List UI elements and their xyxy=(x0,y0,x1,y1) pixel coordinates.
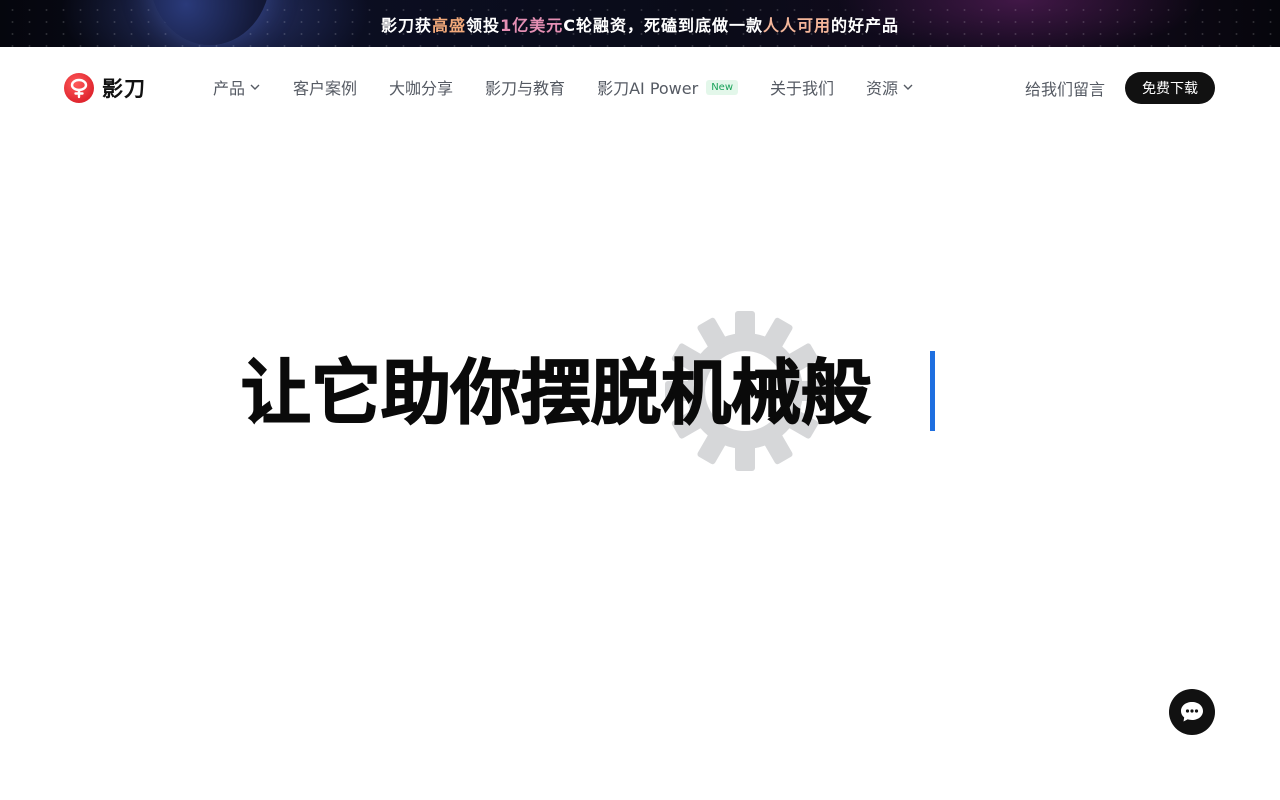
promo-highlight-amount: 1亿美元 xyxy=(500,15,564,35)
nav-label-about-us: 关于我们 xyxy=(770,79,835,98)
nav-item-ai-power[interactable]: 影刀AI Power New xyxy=(597,75,739,99)
promo-text-part1: 影刀获 xyxy=(381,15,433,35)
chat-bubble-icon xyxy=(1181,702,1203,722)
leave-message-link[interactable]: 给我们留言 xyxy=(1025,76,1105,100)
logo-text: 影刀 xyxy=(102,77,146,101)
nav-item-expert-sharing[interactable]: 大咖分享 xyxy=(389,75,453,99)
nav-item-education[interactable]: 影刀与教育 xyxy=(485,75,565,99)
new-badge: New xyxy=(706,79,739,95)
logo[interactable]: 影刀 xyxy=(64,72,146,104)
chat-button[interactable] xyxy=(1169,689,1215,735)
promo-text-part2: 领投 xyxy=(466,15,501,35)
promo-text-part4: 的好产品 xyxy=(830,15,899,35)
nav-item-about-us[interactable]: 关于我们 xyxy=(770,75,834,99)
promo-highlight-goldman: 高盛 xyxy=(432,15,467,35)
nav-item-resources[interactable]: 资源 xyxy=(866,75,914,99)
nav-label-education: 影刀与教育 xyxy=(485,79,566,98)
nav-item-products[interactable]: 产品 xyxy=(213,75,261,99)
promo-text: 影刀获 高盛 领投 1亿美元 C轮融资，死磕到底做一款 人人可用 的好产品 xyxy=(0,0,1280,47)
promo-banner[interactable]: 影刀获 高盛 领投 1亿美元 C轮融资，死磕到底做一款 人人可用 的好产品 xyxy=(0,0,1280,47)
chevron-down-icon xyxy=(903,84,913,90)
nav-label-customer-cases: 客户案例 xyxy=(293,79,358,98)
nav-item-customer-cases[interactable]: 客户案例 xyxy=(293,75,357,99)
navbar: 影刀 产品 客户案例 大咖分享 影刀与教育 影刀AI Power New 关于我… xyxy=(0,47,1280,129)
yingdao-logo-icon xyxy=(64,73,94,103)
nav-label-products: 产品 xyxy=(213,79,246,98)
promo-highlight-everyone: 人人可用 xyxy=(762,15,831,35)
nav-label-resources: 资源 xyxy=(866,79,899,98)
promo-text-part3: C轮融资，死磕到底做一款 xyxy=(563,15,763,35)
hero-section: 让它助你摆脱机械般 xyxy=(0,129,1280,800)
nav-label-ai-power: 影刀AI Power xyxy=(597,79,699,98)
hero-title: 让它助你摆脱机械般 xyxy=(240,352,872,434)
typing-caret xyxy=(930,351,935,431)
nav-actions: 给我们留言 免费下载 xyxy=(1025,72,1215,104)
main-nav: 产品 客户案例 大咖分享 影刀与教育 影刀AI Power New 关于我们 资… xyxy=(213,75,914,99)
free-download-button[interactable]: 免费下载 xyxy=(1125,72,1215,104)
chevron-down-icon xyxy=(250,84,260,90)
nav-label-expert-sharing: 大咖分享 xyxy=(389,79,454,98)
